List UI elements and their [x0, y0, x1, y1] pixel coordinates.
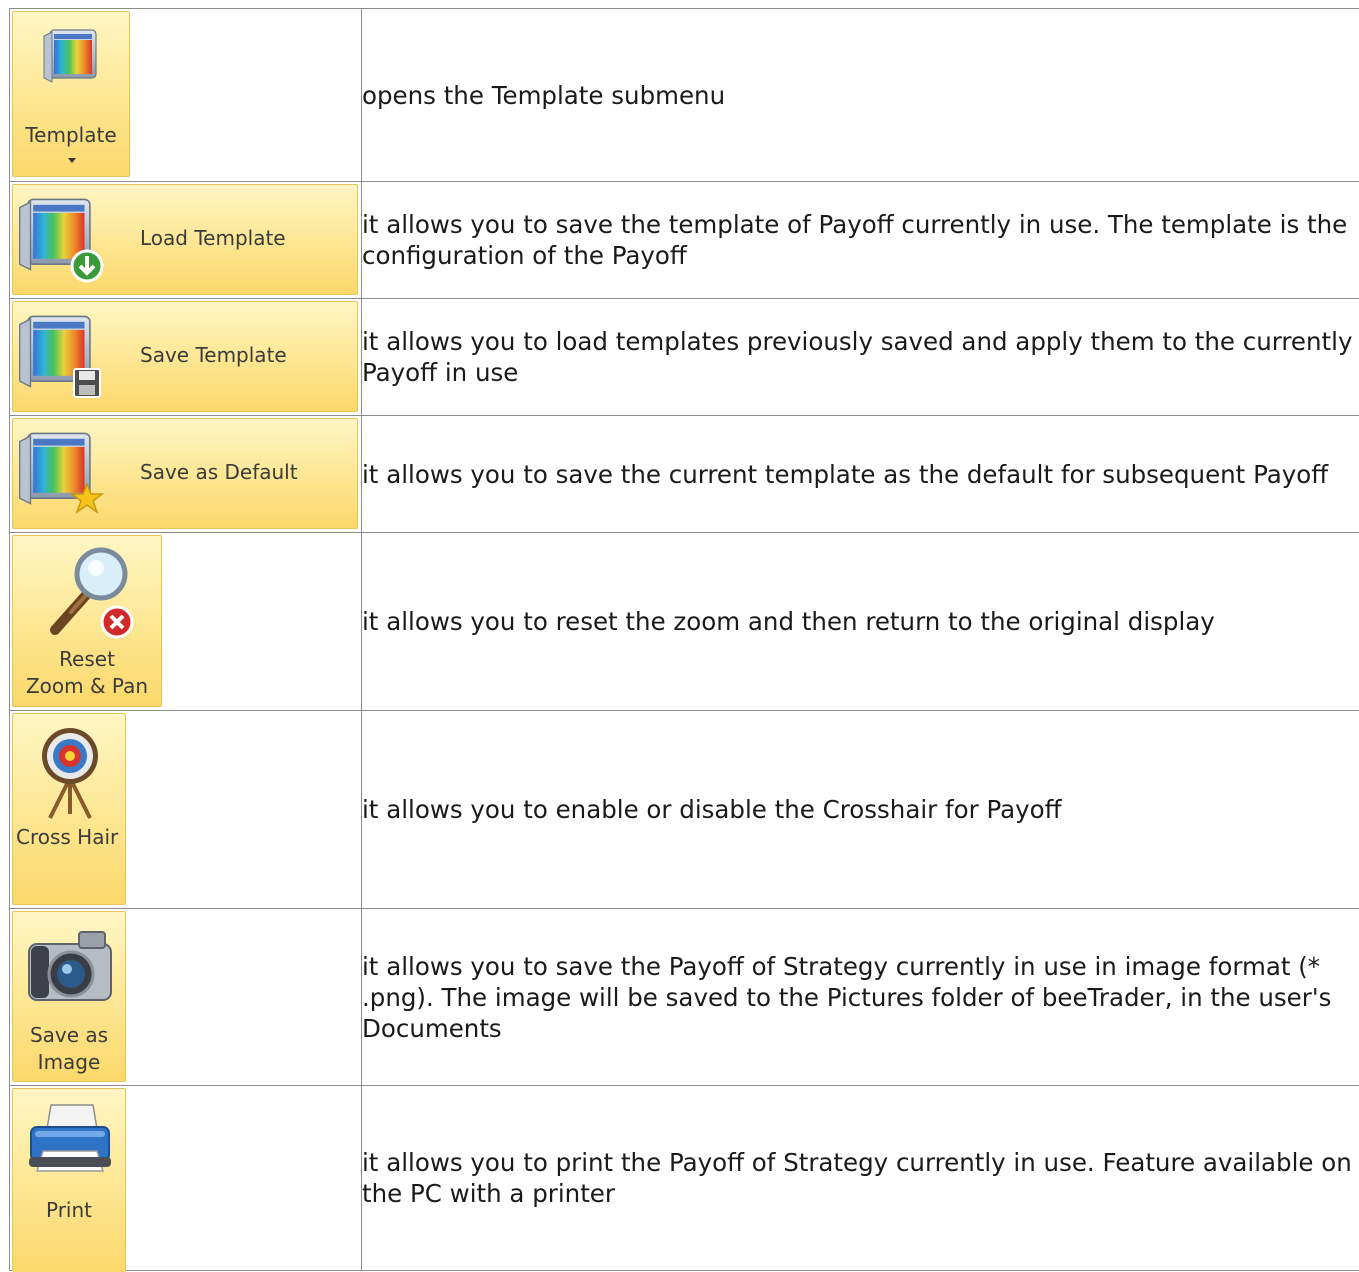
- description-cell: it allows you to print the Payoff of Str…: [362, 1086, 1359, 1271]
- table-row: Save as Image it allows you to save the …: [10, 909, 1359, 1086]
- description-cell: it allows you to reset the zoom and then…: [362, 533, 1359, 711]
- save-as-image-label-line1: Save as: [13, 1022, 125, 1049]
- template-icon: [42, 26, 102, 86]
- template-button-label: Template: [13, 122, 129, 149]
- table-row: Template opens the Template submenu: [10, 9, 1359, 182]
- save-as-image-label-line2: Image: [13, 1049, 125, 1076]
- table-row: Load Template it allows you to save the …: [10, 182, 1359, 299]
- help-table: Template opens the Template submenu Load…: [9, 8, 1359, 1271]
- load-template-button[interactable]: Load Template: [12, 184, 358, 295]
- table-row: Print it allows you to print the Payoff …: [10, 1086, 1359, 1271]
- button-cell: Template: [10, 9, 362, 182]
- description-cell: it allows you to save the current templa…: [362, 416, 1359, 533]
- reset-zoom-label-line2: Zoom & Pan: [13, 673, 161, 700]
- button-cell: Print: [10, 1086, 362, 1271]
- button-cell: Save as Default: [10, 416, 362, 533]
- save-template-button-label: Save Template: [140, 342, 287, 369]
- save-as-image-button[interactable]: Save as Image: [12, 911, 126, 1082]
- button-cell: Save Template: [10, 299, 362, 416]
- cross-hair-button[interactable]: Cross Hair: [12, 713, 126, 905]
- save-as-default-icon: [17, 428, 109, 520]
- print-button[interactable]: Print: [12, 1088, 126, 1272]
- crosshair-target-icon: [30, 722, 110, 822]
- template-button[interactable]: Template: [12, 11, 130, 177]
- button-cell: Save as Image: [10, 909, 362, 1086]
- description-cell: it allows you to save the template of Pa…: [362, 182, 1359, 299]
- dropdown-arrow-icon: [68, 158, 76, 163]
- description-cell: it allows you to load templates previous…: [362, 299, 1359, 416]
- reset-zoom-label-line1: Reset: [13, 646, 161, 673]
- button-cell: Cross Hair: [10, 711, 362, 909]
- description-cell: opens the Template submenu: [362, 9, 1359, 182]
- button-cell: Reset Zoom & Pan: [10, 533, 362, 711]
- button-cell: Load Template: [10, 182, 362, 299]
- table-row: Reset Zoom & Pan it allows you to reset …: [10, 533, 1359, 711]
- save-as-default-button-label: Save as Default: [140, 459, 298, 486]
- camera-icon: [25, 922, 115, 1010]
- cross-hair-button-label: Cross Hair: [16, 824, 118, 851]
- load-template-icon: [17, 194, 109, 286]
- table-row: Save Template it allows you to load temp…: [10, 299, 1359, 416]
- table-row: Save as Default it allows you to save th…: [10, 416, 1359, 533]
- print-button-label: Print: [13, 1197, 125, 1224]
- printer-icon: [25, 1101, 115, 1181]
- save-template-icon: [17, 311, 109, 403]
- load-template-button-label: Load Template: [140, 225, 286, 252]
- description-cell: it allows you to enable or disable the C…: [362, 711, 1359, 909]
- save-template-button[interactable]: Save Template: [12, 301, 358, 412]
- save-as-default-button[interactable]: Save as Default: [12, 418, 358, 529]
- description-cell: it allows you to save the Payoff of Stra…: [362, 909, 1359, 1086]
- reset-zoom-pan-button[interactable]: Reset Zoom & Pan: [12, 535, 162, 707]
- reset-zoom-icon: [41, 544, 137, 640]
- table-row: Cross Hair it allows you to enable or di…: [10, 711, 1359, 909]
